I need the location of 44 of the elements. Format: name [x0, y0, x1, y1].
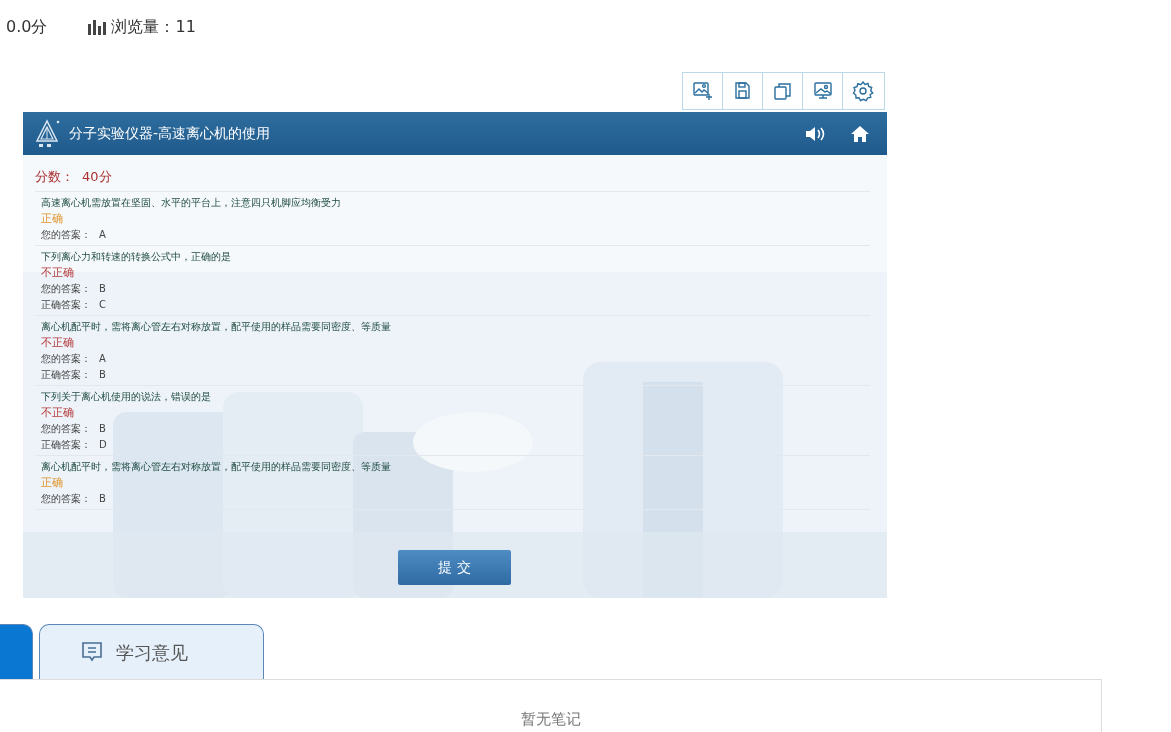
comment-icon — [80, 640, 104, 664]
result-status: 正确 — [41, 210, 64, 227]
correct-answer-value: B — [99, 368, 106, 380]
question-text: 离心机配平时，需将离心管左右对称放置，配平使用的样品需要同密度、等质量 — [41, 459, 392, 474]
answer-label: 您的答案： — [41, 422, 91, 434]
bar-chart-icon — [87, 19, 108, 35]
view-count: 浏览量：11 — [111, 16, 196, 38]
question-text: 下列离心力和转速的转换公式中，正确的是 — [41, 249, 232, 264]
answer-label: 您的答案： — [41, 282, 91, 294]
correct-answer-label: 正确答案： — [41, 438, 91, 450]
answer-label: 您的答案： — [41, 492, 91, 504]
home-icon[interactable] — [851, 125, 869, 142]
tab[interactable]: 学习意见 — [39, 624, 264, 679]
correct-answer-value: D — [99, 438, 107, 450]
empty-notes-text: 暂无笔记 — [520, 710, 581, 728]
answer-label: 您的答案： — [41, 228, 91, 240]
submit-button[interactable]: 提 交 — [398, 550, 511, 585]
tab-label: 学习意见 — [116, 640, 188, 665]
copy-icon — [771, 80, 794, 102]
question-text: 离心机配平时，需将离心管左右对称放置，配平使用的样品需要同密度、等质量 — [41, 319, 392, 334]
answer-value: B — [99, 282, 106, 294]
answer-value: B — [99, 422, 106, 434]
logo-icon — [35, 118, 61, 149]
score-label: 分数： — [35, 169, 74, 184]
correct-answer-value: C — [99, 298, 106, 310]
answer-value: A — [99, 228, 106, 240]
question-text: 下列关于离心机使用的说法，错误的是 — [41, 389, 212, 404]
result-status: 不正确 — [41, 334, 75, 351]
window-title: 分子实验仪器-高速离心机的使用 — [69, 124, 271, 143]
settings-icon — [852, 80, 874, 102]
question-text: 高速离心机需放置在坚固、水平的平台上，注意四只机脚应均衡受力 — [41, 195, 342, 210]
score-value: 40分 — [82, 169, 112, 184]
result-status: 不正确 — [41, 264, 75, 281]
result-status: 不正确 — [41, 404, 75, 421]
speaker-icon[interactable] — [805, 125, 827, 142]
score-text: 0.0分 — [6, 16, 48, 38]
correct-answer-label: 正确答案： — [41, 298, 91, 310]
monitor-image-icon — [811, 80, 834, 102]
correct-answer-label: 正确答案： — [41, 368, 91, 380]
answer-value: B — [99, 492, 106, 504]
answer-value: A — [99, 352, 106, 364]
result-status: 正确 — [41, 474, 64, 491]
image-add-icon — [691, 80, 714, 102]
answer-label: 您的答案： — [41, 352, 91, 364]
